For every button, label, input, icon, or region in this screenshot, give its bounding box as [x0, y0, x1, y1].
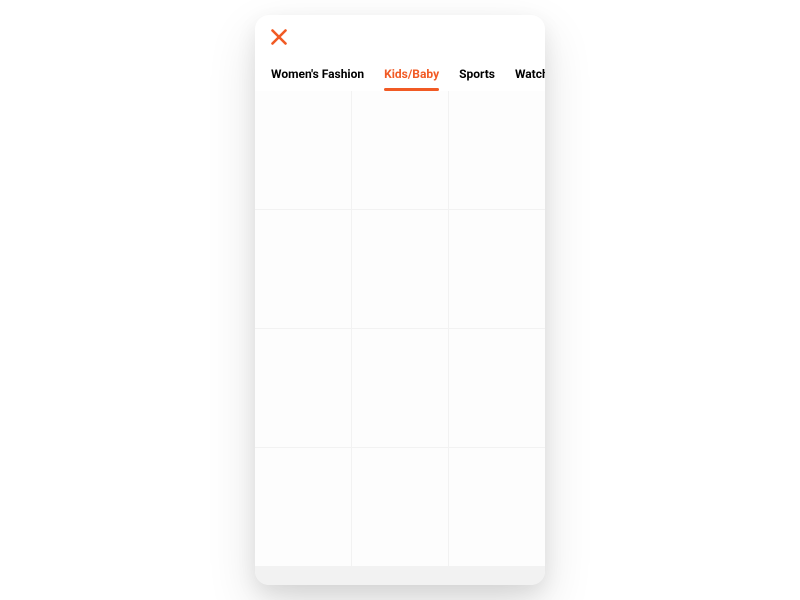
product-cell[interactable]	[352, 329, 448, 447]
product-cell[interactable]	[255, 91, 351, 209]
product-cell[interactable]	[352, 448, 448, 566]
category-tabs: Women's Fashion Kids/Baby Sports Watch	[255, 53, 545, 91]
app-screen: Women's Fashion Kids/Baby Sports Watch	[255, 15, 545, 585]
product-cell[interactable]	[449, 210, 545, 328]
product-cell[interactable]	[255, 210, 351, 328]
tab-womens-fashion[interactable]: Women's Fashion	[271, 61, 374, 91]
tab-kids-baby[interactable]: Kids/Baby	[374, 61, 449, 91]
product-cell[interactable]	[449, 448, 545, 566]
product-cell[interactable]	[449, 91, 545, 209]
product-grid-area	[255, 91, 545, 585]
product-grid	[255, 91, 545, 585]
product-cell[interactable]	[352, 91, 448, 209]
close-icon[interactable]	[271, 29, 287, 45]
top-bar	[255, 15, 545, 53]
product-cell[interactable]	[255, 448, 351, 566]
product-cell[interactable]	[255, 329, 351, 447]
tab-sports[interactable]: Sports	[449, 61, 505, 91]
product-cell[interactable]	[352, 210, 448, 328]
tab-watch[interactable]: Watch	[505, 61, 545, 91]
product-cell[interactable]	[449, 329, 545, 447]
